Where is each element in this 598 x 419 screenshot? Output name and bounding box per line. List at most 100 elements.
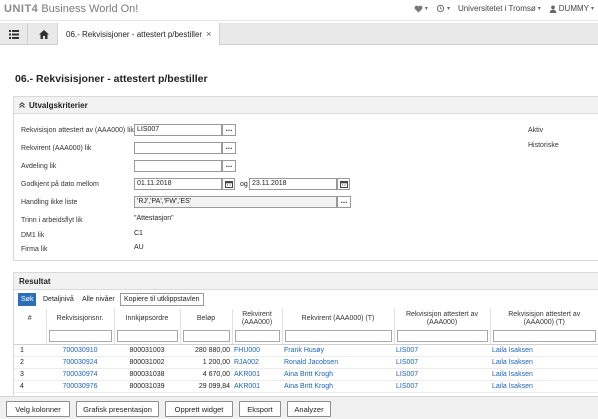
date-to-field[interactable]: 23.11.2018 xyxy=(249,178,337,190)
filter-input[interactable] xyxy=(116,329,178,342)
requester-name-link[interactable]: Ronald Jacobsen xyxy=(282,356,394,369)
calendar-icon xyxy=(339,181,348,188)
close-icon[interactable]: × xyxy=(206,29,211,39)
date-to-picker[interactable] xyxy=(337,178,350,190)
amount: 1 200,00 xyxy=(180,356,232,369)
criteria-panel-header[interactable]: Utvalgskriterier xyxy=(14,97,598,114)
criteria-label: Rekvisisjon attestert av (AAA000) lik xyxy=(21,127,134,134)
column-header[interactable]: Rekvisisjon attestert av (AAA000) xyxy=(393,309,490,328)
chevron-down-icon: ▾ xyxy=(537,6,541,12)
copy-clipboard-button[interactable]: Kopiere til utklippstavlen xyxy=(120,293,204,306)
analyzer-button[interactable]: Analyzer xyxy=(287,401,331,417)
requester-link[interactable]: AKR001 xyxy=(232,380,282,393)
filter-cell xyxy=(393,328,490,345)
filter-input[interactable] xyxy=(182,329,230,342)
page-title: 06.- Rekvisisjoner - attestert p/bestill… xyxy=(15,73,208,85)
chevron-down-icon: ▾ xyxy=(590,6,594,12)
criteria-label: Trinn i arbeidsflyt lik xyxy=(21,217,83,224)
lookup-button[interactable]: ... xyxy=(222,142,236,154)
organization-menu[interactable]: Universitetet i Tromsø ▾ xyxy=(458,4,541,13)
row-number: 2 xyxy=(14,356,46,369)
action-exclude-field[interactable]: 'RJ','PA','FW','ES' xyxy=(134,196,337,208)
amount: 280 880,00 xyxy=(180,344,232,357)
requester-name-link[interactable]: Aina Britt Krogh xyxy=(282,380,394,393)
lookup-button[interactable]: ... xyxy=(222,160,236,172)
attester-name-link[interactable]: Laila Isaksen xyxy=(490,368,598,381)
results-title: Resultat xyxy=(19,276,51,286)
attester-name-link[interactable]: Laila Isaksen xyxy=(490,380,598,393)
history-icon xyxy=(436,4,445,13)
filter-input[interactable] xyxy=(48,329,112,342)
date-from-picker[interactable] xyxy=(222,178,235,190)
row-number: 3 xyxy=(14,368,46,381)
requester-link[interactable]: AKR001 xyxy=(232,368,282,381)
list-menu-icon xyxy=(8,29,19,39)
requester-name-link[interactable]: Aina Britt Krogh xyxy=(282,368,394,381)
option-historical[interactable]: Historiske xyxy=(528,142,559,149)
home-button[interactable] xyxy=(30,23,58,45)
column-header[interactable]: Beløp xyxy=(179,309,232,328)
tab-rekvisisjoner[interactable]: 06.- Rekvisisjoner - attestert p/bestill… xyxy=(58,23,221,45)
amount: 4 670,00 xyxy=(180,368,232,381)
all-levels-button[interactable]: Alle nivåer xyxy=(79,293,118,306)
attested-by-field[interactable]: LIS007 xyxy=(134,124,222,136)
favorites-menu[interactable]: ▾ xyxy=(414,5,428,13)
filter-input[interactable] xyxy=(396,329,488,342)
lookup-button[interactable]: ... xyxy=(337,196,351,208)
requester-field[interactable] xyxy=(134,142,222,154)
results-panel-header: Resultat xyxy=(14,273,598,290)
attester-name-link[interactable]: Laila Isaksen xyxy=(490,344,598,357)
criteria-title: Utvalgskriterier xyxy=(29,100,88,110)
search-button[interactable]: Søk xyxy=(18,293,37,306)
table-row[interactable]: 4 700030976 800031039 29 099,84 AKR001 A… xyxy=(14,380,598,393)
option-active[interactable]: Aktiv xyxy=(528,127,543,134)
amount: 29 099,84 xyxy=(180,380,232,393)
column-header[interactable]: # xyxy=(14,309,46,328)
filter-input[interactable] xyxy=(234,329,280,342)
table-row[interactable]: 1 700030910 800031003 280 880,00 FHU000 … xyxy=(14,344,598,357)
table-row[interactable]: 3 700030974 800031038 4 670,00 AKR001 Ai… xyxy=(14,368,598,381)
attester-link[interactable]: LIS007 xyxy=(394,368,490,381)
company-value: AU xyxy=(134,244,144,251)
graphic-presentation-button[interactable]: Grafisk presentasjon xyxy=(76,401,159,417)
criteria-label: Godkjent på dato mellom xyxy=(21,181,99,188)
attester-name-link[interactable]: Laila Isaksen xyxy=(490,356,598,369)
column-header[interactable]: Rekvisisjon attestert av (AAA000) (T) xyxy=(489,309,598,328)
attester-link[interactable]: LIS007 xyxy=(394,380,490,393)
detail-level-button[interactable]: Detaljnivå xyxy=(40,293,77,306)
row-number: 1 xyxy=(14,344,46,357)
column-header[interactable]: Rekvisisjonsnr. xyxy=(45,309,114,328)
filter-input[interactable] xyxy=(492,329,596,342)
column-header[interactable]: Innkjøpsordre xyxy=(113,309,180,328)
select-columns-button[interactable]: Velg kolonner xyxy=(6,401,70,417)
requester-link[interactable]: FHU000 xyxy=(232,344,282,357)
requisition-link[interactable]: 700030910 xyxy=(46,344,114,357)
filter-input[interactable] xyxy=(284,329,392,342)
requisition-link[interactable]: 700030974 xyxy=(46,368,114,381)
tab-bar: 06.- Rekvisisjoner - attestert p/bestill… xyxy=(0,23,598,45)
table-row[interactable]: 2 700030924 800031002 1 200,00 RJA002 Ro… xyxy=(14,356,598,369)
column-header[interactable]: Rekvirent (AAA000) xyxy=(231,309,282,328)
purchase-order: 800031038 xyxy=(114,368,180,381)
create-widget-button[interactable]: Opprett widget xyxy=(165,401,233,417)
criteria-label: Avdeling lik xyxy=(21,163,57,170)
requester-link[interactable]: RJA002 xyxy=(232,356,282,369)
criteria-label: Firma lik xyxy=(21,246,48,253)
requisition-link[interactable]: 700030924 xyxy=(46,356,114,369)
export-button[interactable]: Eksport xyxy=(239,401,281,417)
menu-button[interactable] xyxy=(0,23,28,45)
attester-link[interactable]: LIS007 xyxy=(394,356,490,369)
user-menu[interactable]: DUMMY ▾ xyxy=(549,4,594,13)
department-field[interactable] xyxy=(134,160,222,172)
history-menu[interactable]: ▾ xyxy=(436,4,450,13)
row-number: 4 xyxy=(14,380,46,393)
filter-cell xyxy=(489,328,598,345)
results-table: # Rekvisisjonsnr. Innkjøpsordre Beløp Re… xyxy=(14,309,598,393)
attester-link[interactable]: LIS007 xyxy=(394,344,490,357)
requisition-link[interactable]: 700030976 xyxy=(46,380,114,393)
date-from-field[interactable]: 01.11.2018 xyxy=(134,178,222,190)
workflow-step-value: "Attestasjon" xyxy=(134,215,174,222)
requester-name-link[interactable]: Frank Husøy xyxy=(282,344,394,357)
column-header[interactable]: Rekvirent (AAA000) (T) xyxy=(281,309,394,328)
lookup-button[interactable]: ... xyxy=(222,124,236,136)
